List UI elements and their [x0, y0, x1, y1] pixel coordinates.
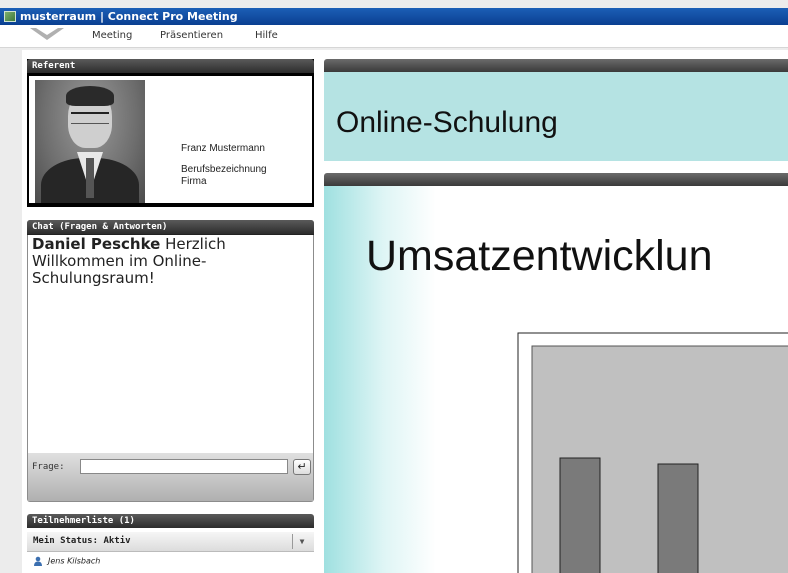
session-title: Online-Schulung — [336, 106, 558, 139]
user-icon — [34, 556, 42, 566]
presenter-company: Firma — [181, 176, 207, 187]
chat-message: Daniel Peschke Herzlich Willkommen im On… — [32, 236, 309, 287]
app-window: musterraum | Connect Pro Meeting Meeting… — [0, 0, 788, 573]
participants-panel: Teilnehmerliste (1) Mein Status: Aktiv ▼… — [27, 514, 314, 573]
referent-panel: Referent Franz Mustermann Berufsbezeichn… — [27, 59, 314, 207]
slide-chart — [517, 332, 788, 573]
title-bar: musterraum | Connect Pro Meeting — [0, 8, 788, 25]
share-pod-header — [324, 173, 788, 186]
menu-item-praesentieren[interactable]: Präsentieren — [160, 30, 223, 41]
status-selector[interactable]: Mein Status: Aktiv ▼ — [27, 532, 314, 552]
send-button[interactable]: ↵ — [293, 459, 311, 475]
participant-name: Jens Kilsbach — [48, 556, 101, 566]
chevron-down-icon[interactable] — [30, 27, 64, 41]
chat-panel: Chat (Fragen & Antworten) Daniel Peschke… — [27, 220, 314, 502]
presenter-job: Berufsbezeichnung — [181, 164, 267, 175]
app-icon — [4, 11, 16, 22]
chat-log[interactable]: Daniel Peschke Herzlich Willkommen im On… — [28, 235, 313, 453]
referent-panel-header: Referent — [27, 59, 314, 73]
menu-item-meeting[interactable]: Meeting — [92, 30, 132, 41]
title-pod: Online-Schulung — [324, 72, 788, 161]
chat-input-area: Frage: ↵ — [28, 453, 313, 501]
meeting-content: Referent Franz Mustermann Berufsbezeichn… — [22, 50, 788, 573]
window-title: musterraum | Connect Pro Meeting — [20, 10, 238, 23]
participant-item[interactable]: Jens Kilsbach — [33, 556, 100, 566]
enter-icon: ↵ — [297, 460, 307, 473]
question-label: Frage: — [32, 462, 65, 472]
status-dropdown-icon[interactable]: ▼ — [292, 534, 311, 549]
chart-bar — [657, 463, 699, 573]
chat-message-author: Daniel Peschke — [32, 235, 161, 253]
status-label: Mein Status: Aktiv — [33, 536, 131, 546]
chart-bar — [559, 457, 601, 573]
participants-panel-header: Teilnehmerliste (1) — [27, 514, 314, 528]
menu-bar: Meeting Präsentieren Hilfe — [0, 25, 788, 48]
question-input[interactable] — [80, 459, 288, 474]
presenter-photo — [35, 80, 145, 203]
menu-item-hilfe[interactable]: Hilfe — [255, 30, 278, 41]
referent-panel-body: Franz Mustermann Berufsbezeichnung Firma — [29, 76, 312, 203]
chat-panel-header: Chat (Fragen & Antworten) — [27, 220, 314, 235]
title-pod-header — [324, 59, 788, 72]
presenter-name: Franz Mustermann — [181, 143, 265, 154]
presentation-slide: Umsatzentwicklun — [324, 186, 788, 573]
